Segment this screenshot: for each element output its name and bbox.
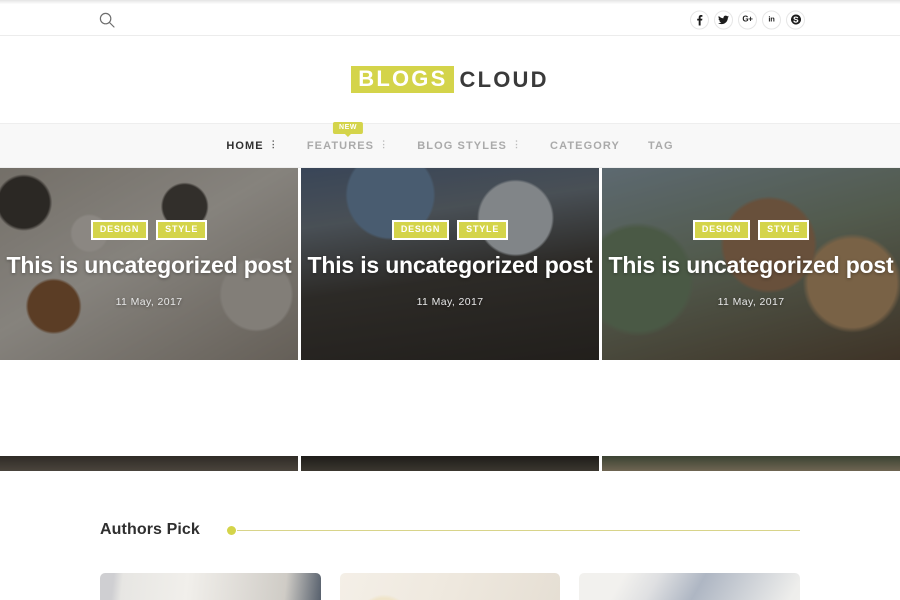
google-plus-icon[interactable]: G+	[738, 10, 757, 29]
peek-slide[interactable]	[0, 456, 298, 471]
post-card[interactable]	[100, 573, 321, 600]
slide-tags: DESIGN STYLE	[692, 220, 810, 241]
chevron-down-icon: ⋮	[379, 139, 390, 149]
top-bar: G+ in	[0, 4, 900, 36]
slide-date: 11 May, 2017	[416, 295, 484, 308]
post-card[interactable]	[339, 573, 561, 600]
category-tag-design[interactable]: DESIGN	[90, 220, 149, 241]
authors-pick-section: Authors Pick	[0, 513, 900, 600]
search-icon[interactable]	[98, 11, 116, 29]
nav-item-category[interactable]: CATEGORY	[536, 140, 634, 152]
main-navigation: HOME ⋮ NEW FEATURES ⋮ BLOG STYLES ⋮ CATE…	[0, 121, 900, 168]
section-spacer	[0, 471, 900, 513]
nav-item-blog-styles[interactable]: BLOG STYLES ⋮	[403, 140, 536, 152]
new-badge: NEW	[332, 121, 364, 134]
peek-slide[interactable]	[602, 456, 900, 471]
linkedin-icon[interactable]: in	[762, 10, 781, 29]
chevron-down-icon: ⋮	[268, 139, 279, 149]
nav-item-features[interactable]: NEW FEATURES ⋮	[293, 121, 403, 152]
category-tag-design[interactable]: DESIGN	[692, 220, 751, 241]
slide-date: 11 May, 2017	[717, 295, 785, 308]
slide-title[interactable]: This is uncategorized post	[7, 252, 292, 279]
slide-tags: DESIGN STYLE	[391, 220, 509, 241]
secondary-slider-peek[interactable]	[0, 456, 900, 471]
chevron-down-icon: ⋮	[511, 139, 523, 149]
skype-icon[interactable]	[786, 10, 805, 29]
facebook-icon[interactable]	[690, 10, 709, 29]
nav-item-label: TAG	[647, 139, 674, 152]
site-logo[interactable]: BLOGS CLOUD	[351, 66, 548, 93]
logo-text-secondary: CLOUD	[459, 66, 549, 92]
category-tag-style[interactable]: STYLE	[758, 220, 810, 241]
slide-date: 11 May, 2017	[115, 295, 183, 308]
slide-item[interactable]: DESIGN STYLE This is uncategorized post …	[602, 168, 900, 360]
post-card-image	[579, 573, 801, 600]
slide-title[interactable]: This is uncategorized post	[609, 252, 894, 279]
featured-slider: DESIGN STYLE This is uncategorized post …	[0, 168, 900, 360]
social-links: G+ in	[690, 10, 805, 29]
slide-title[interactable]: This is uncategorized post	[308, 252, 593, 279]
section-header: Authors Pick	[100, 513, 800, 547]
nav-item-home[interactable]: HOME ⋮	[212, 140, 293, 152]
nav-item-label: HOME	[226, 139, 264, 152]
post-card-image	[100, 573, 321, 600]
section-accent-dot	[226, 525, 236, 535]
category-tag-design[interactable]: DESIGN	[391, 220, 450, 241]
section-title: Authors Pick	[100, 521, 200, 538]
slide-item[interactable]: DESIGN STYLE This is uncategorized post …	[0, 168, 298, 360]
category-tag-style[interactable]: STYLE	[457, 220, 509, 241]
page-root: G+ in BLOGS CLOUD HOME ⋮ NEW FEATURES ⋮ …	[0, 0, 900, 600]
nav-item-label: CATEGORY	[550, 139, 620, 152]
slide-item[interactable]: DESIGN STYLE This is uncategorized post …	[301, 168, 599, 360]
slide-tags: DESIGN STYLE	[90, 220, 208, 241]
section-divider	[236, 529, 800, 531]
nav-item-label: FEATURES	[306, 139, 375, 152]
peek-slide[interactable]	[301, 456, 599, 471]
nav-list: HOME ⋮ NEW FEATURES ⋮ BLOG STYLES ⋮ CATE…	[212, 121, 688, 152]
logo-text-primary: BLOGS	[351, 66, 454, 93]
twitter-icon[interactable]	[714, 10, 733, 29]
nav-item-label: BLOG STYLES	[417, 139, 507, 152]
slider-spacer	[0, 360, 900, 456]
logo-bar: BLOGS CLOUD	[0, 36, 900, 123]
category-tag-style[interactable]: STYLE	[156, 220, 208, 241]
nav-item-tag[interactable]: TAG	[634, 140, 688, 152]
post-card[interactable]	[579, 573, 801, 600]
authors-pick-cards	[100, 573, 801, 600]
post-card-image	[339, 573, 561, 600]
